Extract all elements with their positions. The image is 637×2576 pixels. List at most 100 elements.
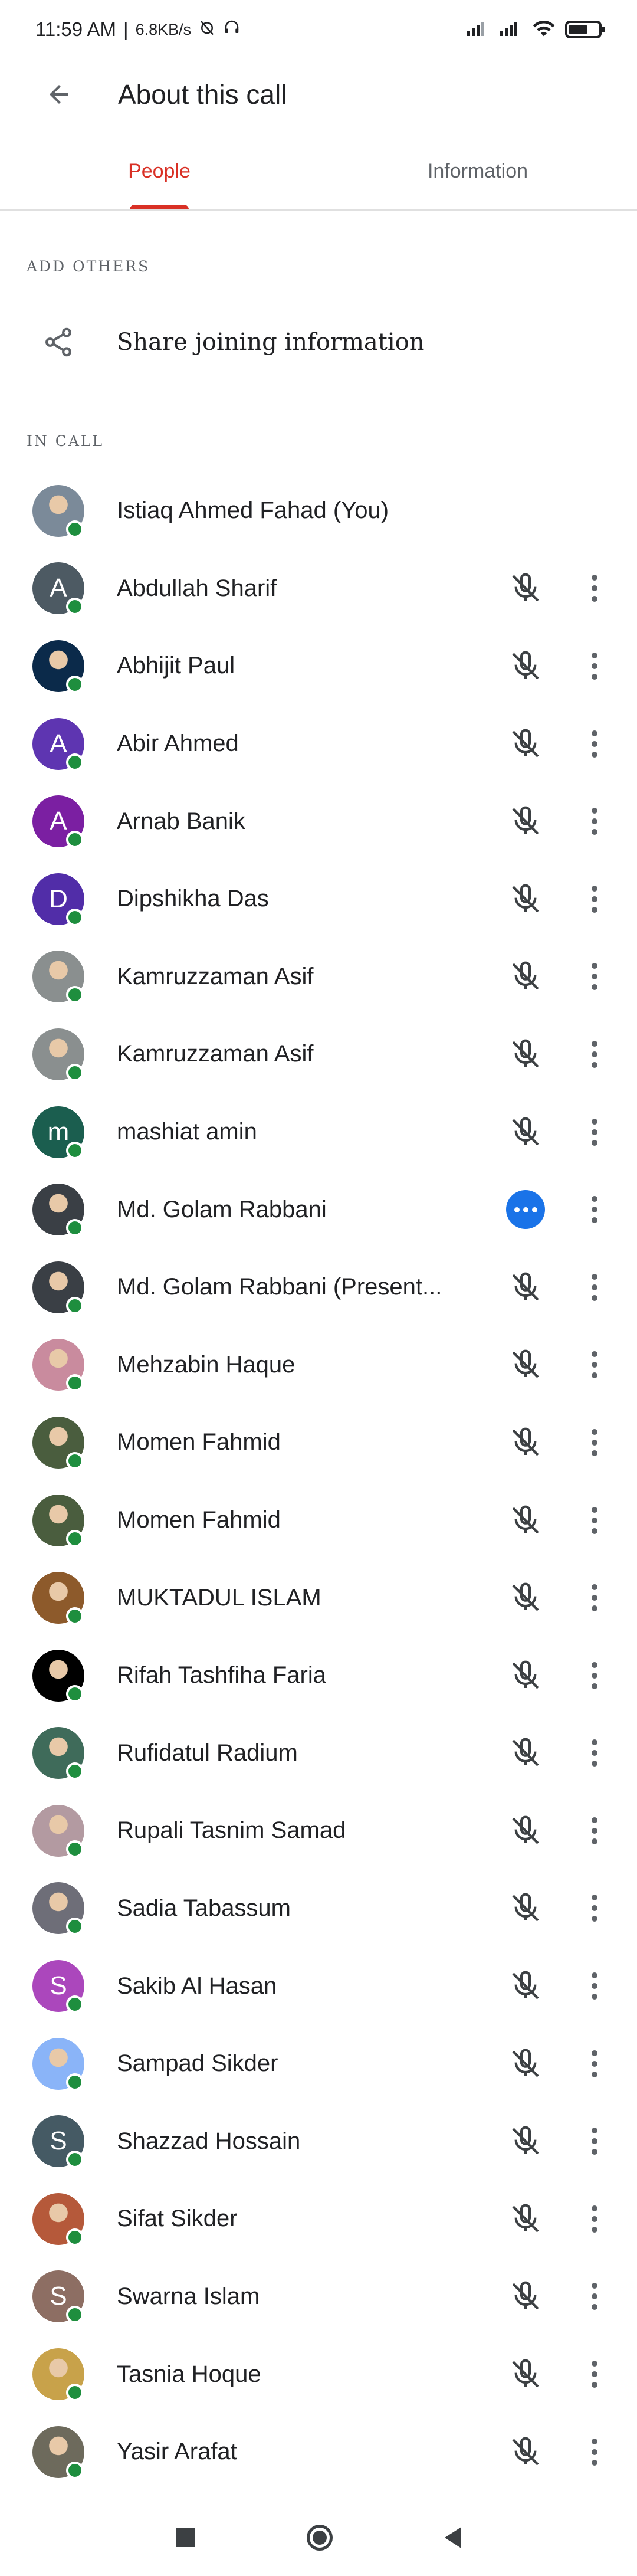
system-back-button[interactable] [445, 2527, 461, 2548]
signal-icon [466, 19, 490, 40]
more-options-icon[interactable] [577, 1028, 612, 1081]
online-status-dot [66, 2073, 84, 2091]
online-status-dot [66, 1529, 84, 1548]
more-options-icon[interactable] [577, 1882, 612, 1935]
mic-off-icon [499, 873, 552, 926]
alarm-off-icon [198, 18, 216, 41]
participant-row[interactable]: Sadia Tabassum [0, 1870, 637, 1948]
participant-row[interactable]: Kamruzzaman Asif [0, 1015, 637, 1093]
more-options-icon[interactable] [577, 1261, 612, 1314]
online-status-dot [66, 908, 84, 926]
more-options-icon[interactable] [577, 1494, 612, 1547]
participant-row[interactable]: A Arnab Banik [0, 782, 637, 860]
more-options-icon[interactable] [577, 1959, 612, 2013]
mic-off-icon [499, 1416, 552, 1469]
tab-information[interactable]: Information [318, 133, 637, 209]
more-options-icon[interactable] [577, 1183, 612, 1236]
participant-row[interactable]: S Swarna Islam [0, 2258, 637, 2336]
more-options-icon[interactable] [577, 2037, 612, 2090]
more-options-icon[interactable] [577, 2348, 612, 2401]
tab-people[interactable]: People [0, 133, 318, 209]
more-options-icon[interactable] [577, 562, 612, 615]
mic-off-icon [499, 1494, 552, 1547]
participant-row[interactable]: S Shazzad Hossain [0, 2102, 637, 2180]
tab-people-label: People [128, 159, 191, 182]
tab-information-label: Information [427, 159, 528, 182]
system-nav-bar [0, 2499, 637, 2576]
more-options-icon[interactable] [577, 2426, 612, 2479]
participant-row[interactable]: Momen Fahmid [0, 1482, 637, 1559]
participant-row[interactable]: S Sakib Al Hasan [0, 1947, 637, 2025]
participant-name: Yasir Arafat [117, 2439, 237, 2465]
avatar-container [0, 1261, 117, 1315]
participant-row[interactable]: Abhijit Paul [0, 627, 637, 705]
mic-off-icon [499, 717, 552, 771]
headset-icon [223, 18, 241, 41]
participant-row[interactable]: Md. Golam Rabbani [0, 1171, 637, 1248]
participant-row[interactable]: Sifat Sikder [0, 2180, 637, 2258]
participant-name: Kamruzzaman Asif [117, 963, 314, 989]
participant-row[interactable]: Tasnia Hoque [0, 2335, 637, 2413]
signal-icon-2 [499, 19, 523, 40]
app-bar: About this call [0, 59, 637, 130]
online-status-dot [66, 675, 84, 693]
participant-row[interactable]: Rifah Tashfiha Faria [0, 1637, 637, 1715]
avatar-container: m [0, 1106, 117, 1159]
participant-row[interactable]: Md. Golam Rabbani (Present... [0, 1248, 637, 1326]
avatar-container [0, 951, 117, 1004]
online-status-dot [66, 831, 84, 849]
participant-row[interactable]: Kamruzzaman Asif [0, 938, 637, 1016]
participant-name: MUKTADUL ISLAM [117, 1584, 321, 1611]
participant-row[interactable]: D Dipshikha Das [0, 860, 637, 938]
more-options-icon[interactable] [577, 1338, 612, 1391]
participant-row[interactable]: Yasir Arafat [0, 2413, 637, 2491]
more-options-icon[interactable] [577, 1416, 612, 1469]
participant-row[interactable]: Sampad Sikder [0, 2025, 637, 2103]
more-options-icon[interactable] [577, 1106, 612, 1159]
more-options-icon[interactable] [577, 2270, 612, 2323]
online-status-dot [66, 2306, 84, 2324]
participant-name: Istiaq Ahmed Fahad (You) [117, 497, 389, 524]
more-options-icon[interactable] [577, 1571, 612, 1624]
more-options-icon[interactable] [577, 2192, 612, 2246]
participant-name: mashiat amin [117, 1119, 257, 1145]
mic-off-icon [499, 2426, 552, 2479]
more-options-icon[interactable] [577, 873, 612, 926]
participant-row[interactable]: Mehzabin Haque [0, 1326, 637, 1404]
back-button[interactable] [0, 59, 118, 130]
home-button[interactable] [307, 2525, 333, 2551]
section-label-add-others: ADD OTHERS [27, 258, 150, 275]
mic-off-icon [499, 2115, 552, 2168]
share-joining-info-button[interactable]: Share joining information [0, 310, 637, 375]
more-options-icon[interactable] [577, 1804, 612, 1857]
more-options-icon[interactable] [577, 795, 612, 848]
participant-row[interactable]: Rufidatul Radium [0, 1715, 637, 1792]
wifi-icon [532, 19, 556, 40]
more-options-icon[interactable] [577, 717, 612, 771]
more-options-icon[interactable] [577, 1726, 612, 1779]
more-options-icon[interactable] [577, 1649, 612, 1702]
participant-name: Arnab Banik [117, 808, 245, 834]
participant-row[interactable]: Momen Fahmid [0, 1404, 637, 1482]
participant-row[interactable]: m mashiat amin [0, 1093, 637, 1171]
avatar-container: A [0, 562, 117, 616]
status-time: 11:59 AM [35, 18, 116, 40]
participant-name: Rufidatul Radium [117, 1739, 298, 1766]
more-options-icon[interactable] [577, 2115, 612, 2168]
participant-row[interactable]: MUKTADUL ISLAM [0, 1559, 637, 1637]
avatar-container [0, 1416, 117, 1470]
online-status-dot [66, 1063, 84, 1081]
active-tab-indicator [130, 205, 189, 209]
status-bar: 11:59 AM | 6.8KB/s [0, 0, 637, 59]
more-options-icon[interactable] [577, 640, 612, 693]
more-options-icon[interactable] [577, 950, 612, 1003]
participant-row[interactable]: A Abir Ahmed [0, 705, 637, 783]
participant-row[interactable]: Istiaq Ahmed Fahad (You) [0, 472, 637, 550]
recents-button[interactable] [176, 2528, 195, 2547]
page-title: About this call [118, 79, 287, 110]
participant-list: Istiaq Ahmed Fahad (You) A Abdullah Sharif… [0, 472, 637, 2490]
participant-row[interactable]: A Abdullah Sharif [0, 550, 637, 628]
avatar-container [0, 1727, 117, 1781]
participant-row[interactable]: Rupali Tasnim Samad [0, 1792, 637, 1870]
mic-off-icon [499, 1106, 552, 1159]
